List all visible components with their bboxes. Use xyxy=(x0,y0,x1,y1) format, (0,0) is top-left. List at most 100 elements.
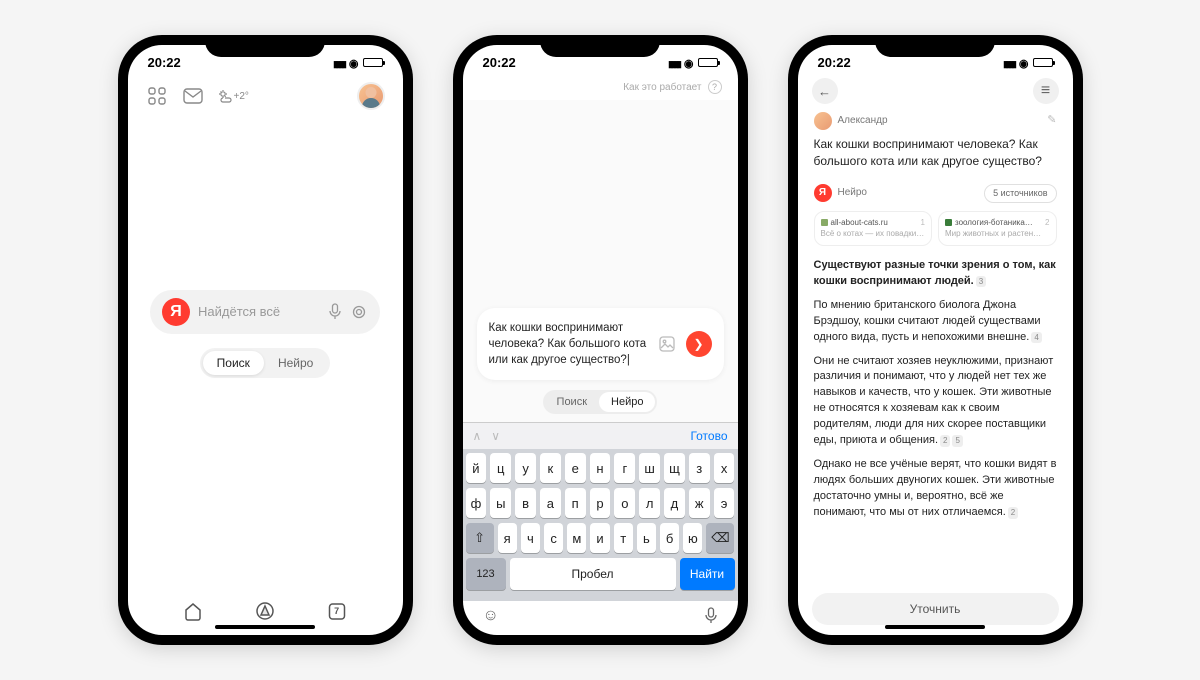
source-index: 1 xyxy=(921,217,925,229)
answer-header: ← ≡ xyxy=(798,74,1073,112)
key-ч[interactable]: ч xyxy=(521,523,540,553)
key-н[interactable]: н xyxy=(590,453,611,483)
toggle-neuro[interactable]: Нейро xyxy=(599,392,655,412)
citation[interactable]: 5 xyxy=(952,435,962,447)
source-card[interactable]: all-about-cats.ru1 Всё о котах — их пова… xyxy=(814,211,933,246)
nav-home-icon[interactable] xyxy=(183,601,203,621)
weather-widget[interactable]: +2° xyxy=(218,89,249,103)
mic-icon[interactable] xyxy=(328,303,342,321)
key-о[interactable]: о xyxy=(614,488,635,518)
key-в[interactable]: в xyxy=(515,488,536,518)
source-card[interactable]: зоология-ботаника…2 Мир животных и расте… xyxy=(938,211,1057,246)
key-я[interactable]: я xyxy=(498,523,517,553)
key-х[interactable]: х xyxy=(714,453,735,483)
citation[interactable]: 4 xyxy=(1031,332,1041,344)
services-grid-icon[interactable] xyxy=(146,85,168,107)
phone-mockup-1: 20:22 +2° Я Найдётся всё xyxy=(118,35,413,645)
camera-icon[interactable] xyxy=(350,303,368,321)
nav-alice-icon[interactable] xyxy=(255,601,275,621)
answer-p2: Они не считают хозяев неуклюжими, призна… xyxy=(814,355,1054,447)
key-и[interactable]: и xyxy=(590,523,609,553)
sources-count-chip[interactable]: 5 источников xyxy=(984,184,1056,203)
battery-icon xyxy=(698,58,718,67)
menu-button[interactable]: ≡ xyxy=(1033,78,1059,104)
user-name: Александр xyxy=(838,114,888,129)
kb-row-2: фывапролджэ xyxy=(466,488,735,518)
status-time: 20:22 xyxy=(483,55,516,70)
nav-calendar-icon[interactable]: 7 xyxy=(327,601,347,621)
favicon-icon xyxy=(945,219,952,226)
key-а[interactable]: а xyxy=(540,488,561,518)
key-г[interactable]: г xyxy=(614,453,635,483)
key-й[interactable]: й xyxy=(466,453,487,483)
dictation-icon[interactable] xyxy=(704,607,718,625)
toggle-neuro[interactable]: Нейро xyxy=(264,351,327,375)
key-к[interactable]: к xyxy=(540,453,561,483)
answer-content[interactable]: Александр ✎ Как кошки воспринимают челов… xyxy=(798,112,1073,585)
screen-home: 20:22 +2° Я Найдётся всё xyxy=(128,45,403,635)
key-п[interactable]: п xyxy=(565,488,586,518)
answer-lead: Существуют разные точки зрения о том, ка… xyxy=(814,259,1056,287)
key-ж[interactable]: ж xyxy=(689,488,710,518)
key-р[interactable]: р xyxy=(590,488,611,518)
mode-toggle[interactable]: Поиск Нейро xyxy=(200,348,331,378)
toggle-search[interactable]: Поиск xyxy=(203,351,264,375)
citation[interactable]: 3 xyxy=(976,276,986,288)
source-index: 2 xyxy=(1045,217,1049,229)
send-button[interactable]: ❯ xyxy=(686,331,712,357)
emoji-icon[interactable]: ☺ xyxy=(483,607,499,625)
backspace-key[interactable]: ⌫ xyxy=(706,523,734,553)
keyboard-footer: ☺ xyxy=(463,601,738,635)
key-ц[interactable]: ц xyxy=(490,453,511,483)
wifi-icon xyxy=(349,55,359,70)
key-д[interactable]: д xyxy=(664,488,685,518)
search-bar[interactable]: Я Найдётся всё xyxy=(150,290,380,334)
avatar[interactable] xyxy=(357,82,385,110)
kb-down-icon[interactable]: ∨ xyxy=(491,429,500,443)
key-у[interactable]: у xyxy=(515,453,536,483)
key-с[interactable]: с xyxy=(544,523,563,553)
key-е[interactable]: е xyxy=(565,453,586,483)
mail-icon[interactable] xyxy=(182,85,204,107)
input-card[interactable]: Как кошки воспринимают человека? Как бол… xyxy=(477,308,724,380)
citation[interactable]: 2 xyxy=(1008,507,1018,519)
go-key[interactable]: Найти xyxy=(680,558,735,590)
image-attach-icon[interactable] xyxy=(656,333,678,355)
shift-key[interactable]: ⇧ xyxy=(466,523,494,553)
input-text[interactable]: Как кошки воспринимают человека? Как бол… xyxy=(489,320,648,368)
citation[interactable]: 2 xyxy=(940,435,950,447)
mode-toggle[interactable]: Поиск Нейро xyxy=(543,390,658,414)
numeric-key[interactable]: 123 xyxy=(466,558,506,590)
key-б[interactable]: б xyxy=(660,523,679,553)
chat-area: Как кошки воспринимают человека? Как бол… xyxy=(463,100,738,422)
status-time: 20:22 xyxy=(148,55,181,70)
keyboard-done-button[interactable]: Готово xyxy=(690,429,727,443)
key-ь[interactable]: ь xyxy=(637,523,656,553)
kb-up-icon[interactable]: ∧ xyxy=(473,429,482,443)
key-ы[interactable]: ы xyxy=(490,488,511,518)
content-fade xyxy=(798,553,1073,583)
space-key[interactable]: Пробел xyxy=(510,558,676,590)
wifi-icon xyxy=(684,55,694,70)
key-л[interactable]: л xyxy=(639,488,660,518)
battery-icon xyxy=(363,58,383,67)
key-ф[interactable]: ф xyxy=(466,488,487,518)
kb-row-1: йцукенгшщзх xyxy=(466,453,735,483)
key-э[interactable]: э xyxy=(714,488,735,518)
key-з[interactable]: з xyxy=(689,453,710,483)
how-it-works-link[interactable]: Как это работает ? xyxy=(463,74,738,100)
toggle-search[interactable]: Поиск xyxy=(545,392,599,412)
key-ю[interactable]: ю xyxy=(683,523,702,553)
edit-icon[interactable]: ✎ xyxy=(1047,113,1056,129)
key-щ[interactable]: щ xyxy=(664,453,685,483)
battery-icon xyxy=(1033,58,1053,67)
search-placeholder: Найдётся всё xyxy=(198,304,320,319)
back-button[interactable]: ← xyxy=(812,78,838,104)
refine-button[interactable]: Уточнить xyxy=(812,593,1059,625)
signal-icon xyxy=(333,55,345,70)
status-indicators xyxy=(668,55,717,70)
phone-mockup-2: 20:22 Как это работает ? Как кошки воспр… xyxy=(453,35,748,645)
key-т[interactable]: т xyxy=(614,523,633,553)
key-ш[interactable]: ш xyxy=(639,453,660,483)
key-м[interactable]: м xyxy=(567,523,586,553)
